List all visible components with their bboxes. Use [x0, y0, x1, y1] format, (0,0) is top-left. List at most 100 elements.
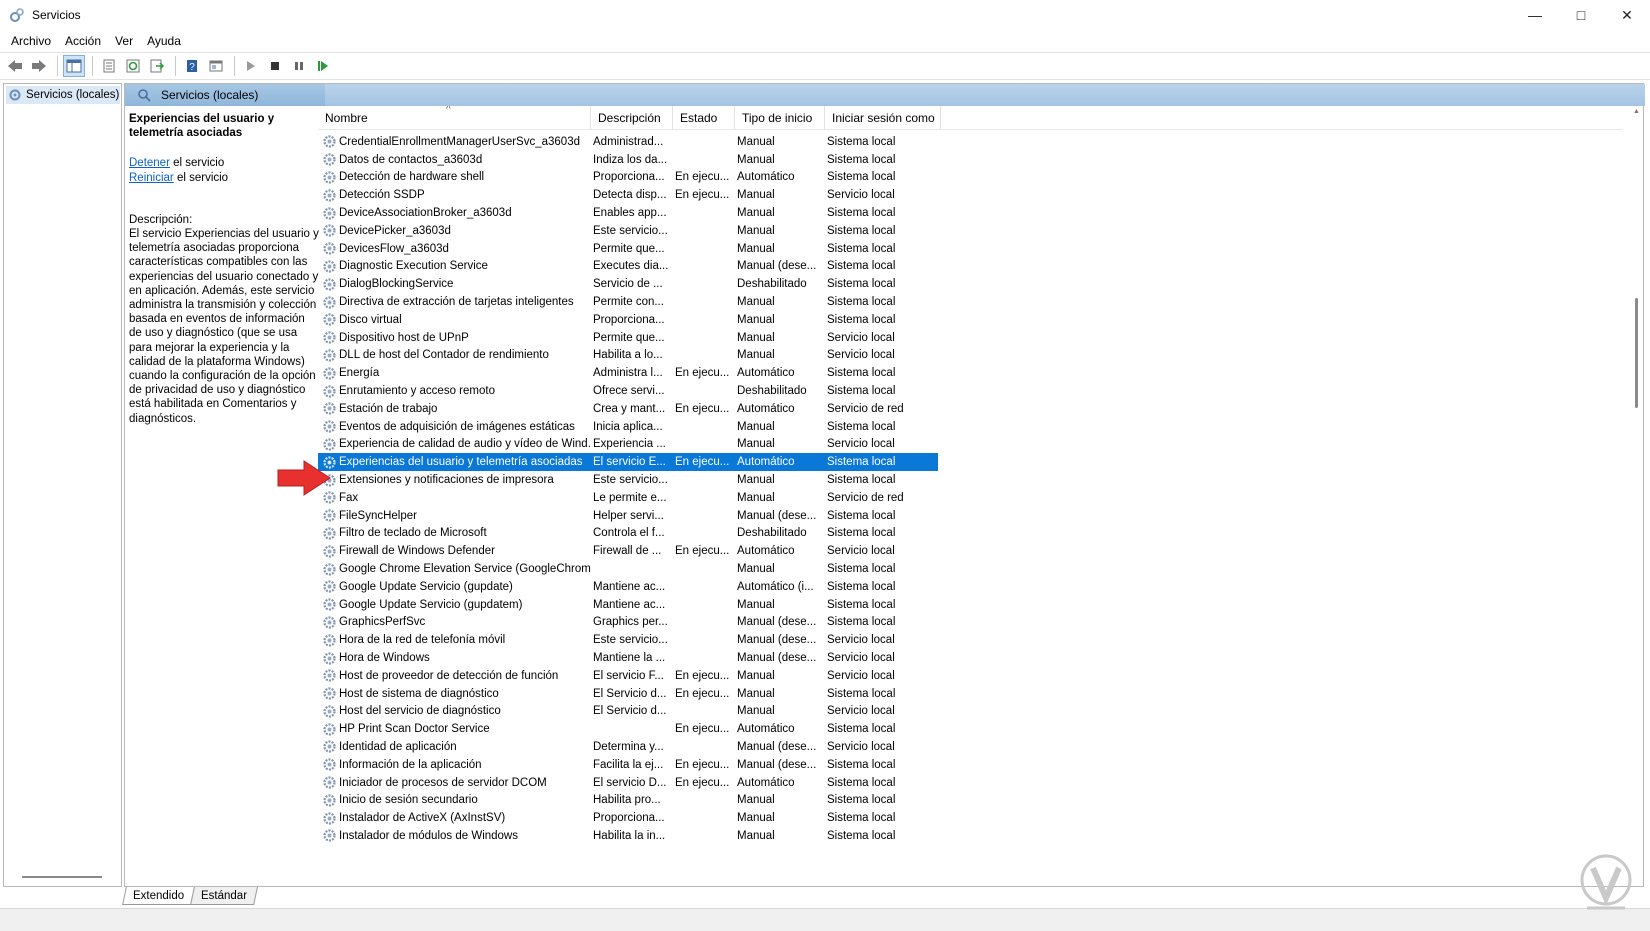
pause-service-button[interactable] — [288, 55, 310, 77]
tab-extendido[interactable]: Extendido — [122, 887, 196, 905]
tab-estandar[interactable]: Estándar — [190, 887, 259, 905]
table-row[interactable]: Firewall de Windows Defender Firewall de … — [318, 542, 938, 560]
service-startup-type: Manual — [737, 207, 775, 220]
service-description: El Servicio d... — [593, 705, 667, 718]
menu-ayuda[interactable]: Ayuda — [140, 34, 188, 48]
column-header-description[interactable]: Descripción — [591, 106, 673, 130]
table-row[interactable]: GraphicsPerfSvc Graphics per... Manual (de… — [318, 614, 938, 632]
table-row[interactable]: DeviceAssociationBroker_a3603d Enables ap… — [318, 204, 938, 222]
tree-item-services-local[interactable]: Servicios (locales) — [6, 86, 120, 104]
scrollbar-thumb[interactable] — [1635, 298, 1638, 408]
service-state: En ejecu... — [675, 456, 730, 469]
minimize-button[interactable]: — — [1512, 0, 1558, 30]
show-console-tree-button[interactable] — [63, 55, 85, 77]
view-tabs: Extendido Estándar — [122, 887, 259, 907]
table-row[interactable]: Instalador de ActiveX (AxInstSV) Proporci… — [318, 809, 938, 827]
table-row-selected[interactable]: Experiencias del usuario y telemetría as… — [318, 453, 938, 472]
table-row[interactable]: Google Chrome Elevation Service (GoogleC… — [318, 560, 938, 578]
table-row[interactable]: Estación de trabajo Crea y mant... En ejec… — [318, 400, 938, 418]
table-row[interactable]: Host del servicio de diagnóstico El Servi… — [318, 703, 938, 721]
table-row[interactable]: Hora de la red de telefonía móvil Este se… — [318, 631, 938, 649]
table-row[interactable]: DevicePicker_a3603d Este servicio... Manua… — [318, 222, 938, 240]
tree-horizontal-scrollbar[interactable] — [22, 876, 102, 878]
service-name: Directiva de extracción de tarjetas inte… — [339, 296, 574, 309]
forward-button[interactable] — [28, 55, 50, 77]
table-row[interactable]: Filtro de teclado de Microsoft Controla e… — [318, 525, 938, 543]
service-name: Filtro de teclado de Microsoft — [339, 527, 487, 540]
table-row[interactable]: Dispositivo host de UPnP Permite que... Ma… — [318, 329, 938, 347]
table-row[interactable]: CredentialEnrollmentManagerUserSvc_a3603… — [318, 133, 938, 151]
table-row[interactable]: Identidad de aplicación Determina y... Man… — [318, 738, 938, 756]
table-row[interactable]: DLL de host del Contador de rendimiento H… — [318, 347, 938, 365]
table-row[interactable]: DialogBlockingService Servicio de ... Desh… — [318, 275, 938, 293]
table-row[interactable]: Host de sistema de diagnóstico El Servici… — [318, 685, 938, 703]
gear-icon — [323, 367, 336, 380]
service-name: DialogBlockingService — [339, 278, 454, 291]
service-description: Servicio de ... — [593, 278, 663, 291]
column-header-logon[interactable]: Iniciar sesión como — [825, 106, 941, 130]
properties-button[interactable] — [98, 55, 120, 77]
scroll-up-icon[interactable]: ▲ — [1633, 108, 1640, 115]
table-row[interactable]: Información de la aplicación Facilita la … — [318, 756, 938, 774]
service-description: Habilita la in... — [593, 829, 666, 842]
restart-service-link[interactable]: Reiniciar — [129, 172, 174, 184]
table-row[interactable]: Energía Administra l... En ejecu... Automát… — [318, 364, 938, 382]
restart-icon — [318, 61, 328, 71]
menu-ver[interactable]: Ver — [108, 34, 140, 48]
table-row[interactable]: Hora de Windows Mantiene la ... Manual (de… — [318, 649, 938, 667]
table-row[interactable]: Inicio de sesión secundario Habilita pro.… — [318, 791, 938, 809]
table-row[interactable]: Enrutamiento y acceso remoto Ofrece servi… — [318, 382, 938, 400]
service-logon-as: Sistema local — [827, 580, 896, 593]
column-header-startup[interactable]: Tipo de inicio — [735, 106, 825, 130]
gear-icon — [323, 740, 336, 754]
table-row[interactable]: Google Update Servicio (gupdate) Mantiene… — [318, 578, 938, 596]
service-logon-as: Servicio local — [827, 189, 895, 202]
table-row[interactable]: Detección de hardware shell Proporciona..… — [318, 169, 938, 187]
refresh-button[interactable] — [122, 55, 144, 77]
service-startup-type: Automático — [737, 723, 795, 736]
table-row[interactable]: Google Update Servicio (gupdatem) Mantien… — [318, 596, 938, 614]
table-row[interactable]: Experiencia de calidad de audio y vídeo … — [318, 436, 938, 454]
service-startup-type: Automático — [737, 776, 795, 789]
table-row[interactable]: Detección SSDP Detecta disp... En ejecu...… — [318, 186, 938, 204]
export-list-button[interactable] — [146, 55, 168, 77]
table-row[interactable]: Iniciador de procesos de servidor DCOM El… — [318, 774, 938, 792]
panel-header: Servicios (locales) — [125, 84, 325, 106]
table-row[interactable]: Datos de contactos_a3603d Indiza los da..… — [318, 151, 938, 169]
service-logon-as: Servicio local — [827, 349, 895, 362]
menu-accion[interactable]: Acción — [58, 34, 108, 48]
service-startup-type: Manual — [737, 474, 775, 487]
restart-service-button[interactable] — [312, 55, 334, 77]
table-row[interactable]: Host de proveedor de detección de funció… — [318, 667, 938, 685]
vertical-scrollbar[interactable]: ▲ — [1633, 108, 1641, 848]
stop-service-link[interactable]: Detener — [129, 157, 170, 169]
close-button[interactable]: ✕ — [1604, 0, 1650, 30]
table-row[interactable]: Fax Le permite e... Manual Servicio de red — [318, 489, 938, 507]
service-state: En ejecu... — [675, 687, 730, 700]
service-startup-type: Manual — [737, 135, 775, 148]
service-name-cell: Eventos de adquisición de imágenes estát… — [318, 419, 591, 434]
table-row[interactable]: FileSyncHelper Helper servi... Manual (des… — [318, 507, 938, 525]
service-state: En ejecu... — [675, 545, 730, 558]
table-row[interactable]: Diagnostic Execution Service Executes dia… — [318, 258, 938, 276]
column-header-name[interactable]: ^ Nombre — [318, 106, 591, 130]
table-row[interactable]: Directiva de extracción de tarjetas inte… — [318, 293, 938, 311]
service-logon-as: Sistema local — [827, 474, 896, 487]
table-row[interactable]: Eventos de adquisición de imágenes estát… — [318, 418, 938, 436]
service-startup-type: Automático — [737, 171, 795, 184]
service-name: DLL de host del Contador de rendimiento — [339, 349, 549, 362]
start-service-button[interactable] — [240, 55, 262, 77]
stop-service-button[interactable] — [264, 55, 286, 77]
menu-archivo[interactable]: Archivo — [4, 34, 58, 48]
help-button[interactable]: ? — [181, 55, 203, 77]
view-button[interactable] — [205, 55, 227, 77]
maximize-button[interactable]: □ — [1558, 0, 1604, 30]
table-row[interactable]: DevicesFlow_a3603d Permite que... Manual Si… — [318, 240, 938, 258]
service-description: Le permite e... — [593, 491, 667, 504]
table-row[interactable]: Instalador de módulos de Windows Habilita… — [318, 827, 938, 845]
table-row[interactable]: Disco virtual Proporciona... Manual Sistema… — [318, 311, 938, 329]
table-row[interactable]: HP Print Scan Doctor Service En ejecu... A… — [318, 720, 938, 738]
column-header-state[interactable]: Estado — [673, 106, 735, 130]
back-button[interactable] — [4, 55, 26, 77]
table-row[interactable]: Extensiones y notificaciones de impresor… — [318, 471, 938, 489]
